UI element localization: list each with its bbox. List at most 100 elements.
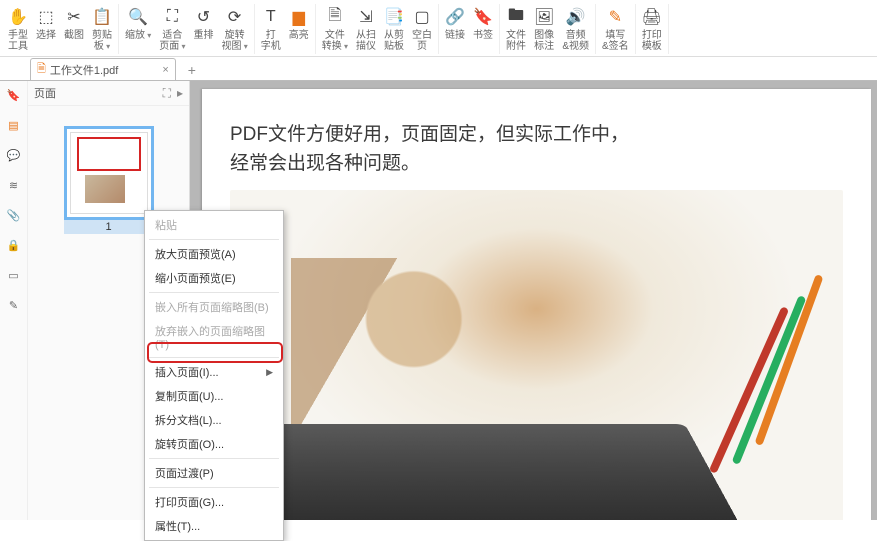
tool-9[interactable]: ▆ 高亮 [285, 4, 313, 54]
doc-text: PDF文件方便好用，页面固定，但实际工作中， 经常会出现各种问题。 [230, 121, 843, 178]
tool-1-icon: ⬚ [38, 6, 53, 28]
tool-16-label: 文件 附件 [506, 30, 526, 52]
tool-6-icon: ↺ [197, 6, 210, 28]
tool-4-icon: 🔍 [128, 6, 148, 28]
tool-11-label: 从扫 描仪 [356, 30, 376, 52]
tool-7-icon: ⟳ [228, 6, 241, 28]
tool-13-label: 空白 页 [412, 30, 432, 52]
tool-5-icon: ⛶ [167, 6, 178, 28]
menu-copy-page[interactable]: 复制页面(U)... [145, 384, 283, 408]
tool-11[interactable]: ⇲从扫 描仪 [352, 4, 380, 54]
tool-15-label: 书签 [473, 30, 493, 41]
tool-12[interactable]: 📑从剪 贴板 [380, 4, 408, 54]
tab-label: 工作文件1.pdf [50, 62, 118, 78]
tool-4-label: 缩放 ▾ [125, 30, 151, 41]
tool-20-label: 打印 模板 [642, 30, 662, 52]
tool-14-icon: 🔗 [445, 6, 465, 28]
tool-3-label: 剪贴 板 ▾ [92, 30, 112, 52]
tool-14-label: 链接 [445, 30, 465, 41]
tool-19-icon: ✎ [609, 6, 622, 28]
menu-insert-page[interactable]: 插入页面(I)...▶ [145, 360, 283, 384]
tool-18-icon: 🔊 [566, 6, 586, 28]
comment-icon[interactable]: 💬 [6, 147, 22, 163]
tool-17[interactable]: 🖼图像 标注 [530, 4, 558, 54]
tool-4[interactable]: 🔍 缩放 ▾ [121, 4, 155, 54]
page: PDF文件方便好用，页面固定，但实际工作中， 经常会出现各种问题。 [202, 89, 871, 520]
tool-10[interactable]: 🗎文件 转换 ▾ [318, 4, 352, 54]
tool-11-icon: ⇲ [359, 6, 372, 28]
sidebar: 🔖 ▤ 💬 ≋ 📎 🔒 ▭ ✎ [0, 81, 28, 520]
main-toolbar: ✋手型 工具 ⬚ 选择 ✂ 截图 📋剪贴 板 ▾ 🔍 缩放 ▾ ⛶适合 页面 ▾ ↺ 重排 ⟳旋转 视… [0, 0, 877, 57]
tool-5-label: 适合 页面 ▾ [159, 30, 185, 52]
tool-5[interactable]: ⛶适合 页面 ▾ [155, 4, 189, 54]
tool-2-label: 截图 [64, 30, 84, 41]
tool-18[interactable]: 🔊音频 &视频 [558, 4, 593, 54]
pdf-icon: 🗎 [37, 60, 46, 79]
tool-2[interactable]: ✂ 截图 [60, 4, 88, 54]
tool-10-icon: 🗎 [328, 6, 341, 28]
tool-6[interactable]: ↺ 重排 [190, 4, 218, 54]
close-icon[interactable]: × [162, 64, 168, 76]
tool-19[interactable]: ✎填写 &签名 [598, 4, 633, 54]
menu-print-page[interactable]: 打印页面(G)... [145, 490, 283, 514]
menu-split-doc[interactable]: 拆分文档(L)... [145, 408, 283, 432]
tool-16-icon: 🖿 [508, 6, 524, 28]
menu-paste: 粘贴 [145, 213, 283, 237]
tool-15-icon: 🔖 [473, 6, 493, 28]
tool-13[interactable]: ▢空白 页 [408, 4, 436, 54]
security-icon[interactable]: 🔒 [6, 237, 22, 253]
layers-icon[interactable]: ≋ [6, 177, 22, 193]
tool-20[interactable]: 🖨打印 模板 [638, 4, 666, 54]
tab-document[interactable]: 🗎 工作文件1.pdf × [30, 58, 176, 80]
collapse-icon[interactable]: ▸ [177, 86, 183, 101]
tool-2-icon: ✂ [67, 6, 80, 28]
document-viewport[interactable]: PDF文件方便好用，页面固定，但实际工作中， 经常会出现各种问题。 [190, 81, 877, 520]
tool-7[interactable]: ⟳旋转 视图 ▾ [218, 4, 252, 54]
tool-0-label: 手型 工具 [8, 30, 28, 52]
panel-title: 页面 [34, 85, 56, 101]
menu-zoom-in[interactable]: 放大页面预览(A) [145, 242, 283, 266]
menu-embed-all: 嵌入所有页面缩略图(B) [145, 295, 283, 319]
tool-15[interactable]: 🔖 书签 [469, 4, 497, 54]
tool-1[interactable]: ⬚ 选择 [32, 4, 60, 54]
tool-8[interactable]: T打 字机 [257, 4, 285, 54]
tool-1-label: 选择 [36, 30, 56, 41]
tool-13-icon: ▢ [414, 6, 429, 28]
tool-0[interactable]: ✋手型 工具 [4, 4, 32, 54]
form-icon[interactable]: ▭ [6, 267, 22, 283]
tool-17-label: 图像 标注 [534, 30, 554, 52]
tool-16[interactable]: 🖿文件 附件 [502, 4, 530, 54]
tool-7-label: 旋转 视图 ▾ [222, 30, 248, 52]
tool-20-icon: 🖨 [642, 6, 662, 28]
tool-19-label: 填写 &签名 [602, 30, 629, 52]
pages-icon[interactable]: ▤ [6, 117, 22, 133]
menu-properties[interactable]: 属性(T)... [145, 514, 283, 538]
new-tab-button[interactable]: + [188, 62, 196, 80]
panel-tools: ⛶ ▸ [163, 86, 183, 101]
tool-12-icon: 📑 [384, 6, 404, 28]
page-thumbnail[interactable] [64, 126, 154, 220]
tool-17-icon: 🖼 [534, 6, 554, 28]
signature-icon[interactable]: ✎ [6, 297, 22, 313]
tool-12-label: 从剪 贴板 [384, 30, 404, 52]
menu-transition[interactable]: 页面过渡(P) [145, 461, 283, 485]
tool-3[interactable]: 📋剪贴 板 ▾ [88, 4, 116, 54]
context-menu: 粘贴 放大页面预览(A) 缩小页面预览(E) 嵌入所有页面缩略图(B) 放弃嵌入… [144, 210, 284, 541]
tool-6-label: 重排 [194, 30, 214, 41]
document-tabs: 🗎 工作文件1.pdf × + [0, 57, 877, 81]
tool-14[interactable]: 🔗 链接 [441, 4, 469, 54]
tool-3-icon: 📋 [92, 6, 112, 28]
tool-10-label: 文件 转换 ▾ [322, 30, 348, 52]
tool-8-label: 打 字机 [261, 30, 281, 52]
tool-9-icon: ▆ [293, 6, 305, 28]
menu-rotate-page[interactable]: 旋转页面(O)... [145, 432, 283, 456]
menu-zoom-out[interactable]: 缩小页面预览(E) [145, 266, 283, 290]
expand-icon[interactable]: ⛶ [163, 86, 171, 101]
tool-0-icon: ✋ [8, 6, 28, 28]
tool-18-label: 音频 &视频 [562, 30, 589, 52]
tool-9-label: 高亮 [289, 30, 309, 41]
bookmark-icon[interactable]: 🔖 [6, 87, 22, 103]
thumbnail-number: 1 [64, 220, 154, 234]
tool-8-icon: T [266, 6, 276, 28]
attachment-icon[interactable]: 📎 [6, 207, 22, 223]
